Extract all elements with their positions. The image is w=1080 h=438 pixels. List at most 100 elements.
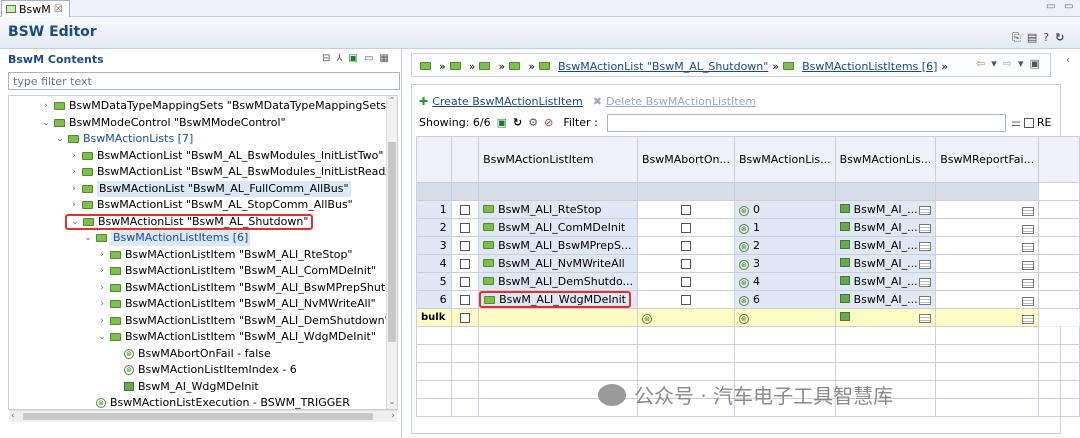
excel-icon[interactable]: ▣: [349, 53, 358, 64]
refresh-icon[interactable]: ↻: [1055, 31, 1064, 45]
ref-cell[interactable]: BswM_AI_...: [834, 218, 937, 237]
col-header-actionlistref[interactable]: BswMActionLis...: [834, 136, 937, 183]
tree-item[interactable]: › BswMActionListItem "BswM_ALI_BswMPrepSh…: [97, 280, 397, 296]
bulk-index-icon[interactable]: ⊛: [738, 314, 749, 324]
tree-item[interactable]: › BswMActionListItem "BswM_ALI_ComMDeInit…: [97, 263, 376, 279]
index-cell[interactable]: ⊛ 0: [733, 200, 836, 219]
delete-item-button[interactable]: Delete BswMActionListItem: [606, 95, 756, 108]
ref-cell[interactable]: BswM_AI_...: [834, 200, 937, 219]
scroll-left-icon[interactable]: ‹: [11, 411, 15, 421]
table-row[interactable]: 2 BswM_ALI_ComMDeInit ⊛ 1 BswM_AI_...: [416, 218, 1080, 237]
add-icon[interactable]: ✚: [419, 95, 428, 108]
expand-icon[interactable]: ›: [97, 263, 107, 279]
item-name-cell[interactable]: BswM_ALI_NvMWriteAll: [478, 254, 639, 273]
document-icon[interactable]: ▭: [364, 53, 373, 64]
expanded-icon[interactable]: ⌄: [55, 131, 65, 147]
table-icon[interactable]: [1022, 206, 1035, 216]
table-icon[interactable]: [1022, 224, 1035, 234]
tree-item[interactable]: ⌄ BswMActionListItems [6]: [83, 230, 251, 246]
scroll-up-icon[interactable]: ⌃: [387, 96, 397, 108]
scroll-right-icon[interactable]: ›: [391, 411, 395, 421]
expand-icon[interactable]: ›: [97, 313, 107, 329]
filter-input[interactable]: [8, 72, 400, 90]
back-icon[interactable]: ⇦: [976, 57, 985, 70]
row-checkbox[interactable]: [459, 205, 470, 215]
tree-vertical-scrollbar[interactable]: ⌃ ⌄: [386, 96, 397, 409]
ref-cell[interactable]: BswM_AI_...: [834, 290, 937, 309]
tree-item[interactable]: ⌄ BswMActionList "BswM_AL_Shutdown": [65, 213, 314, 230]
col-header-actionlistindex[interactable]: BswMActionLis...: [733, 136, 836, 183]
tree-item[interactable]: ⌄ BswMActionLists [7]: [55, 131, 193, 147]
col-header-actionlistitem[interactable]: BswMActionListItem: [478, 136, 639, 183]
refresh-icon[interactable]: ↻: [513, 116, 522, 129]
create-item-button[interactable]: Create BswMActionListItem: [432, 95, 583, 108]
index-cell[interactable]: ⊛ 1: [733, 218, 836, 237]
collapse-panel-icon[interactable]: ‹: [1066, 55, 1070, 66]
close-icon[interactable]: ☒: [54, 4, 63, 15]
tree-item[interactable]: BswM_AI_WdgMDeInit: [111, 379, 259, 395]
collapse-all-icon[interactable]: ⊟: [322, 53, 330, 64]
forward-icon[interactable]: ⇨: [1003, 57, 1012, 70]
row-checkbox[interactable]: [459, 223, 470, 233]
filter-cell[interactable]: [637, 182, 735, 201]
expanded-icon[interactable]: ⌄: [97, 329, 107, 345]
table-icon[interactable]: [1022, 296, 1035, 306]
filter-field[interactable]: [607, 114, 1006, 132]
ref-cell[interactable]: BswM_AI_...: [834, 254, 937, 273]
col-header-abortonfail[interactable]: BswMAbortOn...: [637, 136, 735, 183]
abort-on-fail-checkbox[interactable]: [681, 295, 691, 305]
forward-dropdown-icon[interactable]: ▾: [1018, 57, 1024, 70]
table-icon[interactable]: [919, 278, 932, 287]
menu-icon[interactable]: ▣: [1030, 57, 1040, 70]
excel-export-icon[interactable]: ▣: [497, 116, 507, 129]
maximize-icon[interactable]: ▭: [1064, 1, 1073, 12]
index-cell[interactable]: ⊛ 4: [733, 272, 836, 291]
table-icon[interactable]: [1022, 242, 1035, 252]
item-name-cell[interactable]: BswM_ALI_WdgMDeInit: [478, 290, 639, 309]
expand-icon[interactable]: ›: [97, 247, 107, 263]
tree-item[interactable]: › BswMActionList "BswM_AL_StopComm_AllBus…: [69, 197, 353, 213]
hscroll-thumb[interactable]: [23, 413, 373, 420]
table-icon[interactable]: [1022, 260, 1035, 270]
expanded-icon[interactable]: ⌄: [70, 214, 80, 230]
table-icon[interactable]: [1022, 314, 1035, 324]
scroll-thumb[interactable]: [388, 142, 396, 342]
expand-icon[interactable]: ›: [69, 197, 79, 213]
bulk-checkbox[interactable]: [459, 313, 470, 323]
tree-item[interactable]: › BswMActionList "BswM_AL_BswModules_Init…: [69, 148, 383, 164]
scroll-down-icon[interactable]: ⌄: [387, 397, 397, 409]
table-row[interactable]: 1 BswM_ALI_RteStop ⊛ 0 BswM_AI_...: [416, 200, 1080, 219]
tab-bswm[interactable]: BswM ☒: [1, 0, 70, 17]
tree-item[interactable]: ⌄ BswMActionListItem "BswM_ALI_WdgMDeInit…: [97, 329, 376, 345]
table-icon[interactable]: [919, 224, 932, 233]
list-icon[interactable]: ▤: [1027, 31, 1037, 45]
row-checkbox[interactable]: [459, 259, 470, 269]
filter-cell[interactable]: [478, 182, 639, 201]
tree-item[interactable]: › BswMActionList "BswM_AL_FullComm_AllBus…: [69, 180, 351, 197]
table-icon[interactable]: [919, 242, 932, 251]
back-dropdown-icon[interactable]: ▾: [991, 57, 997, 70]
abort-on-fail-checkbox[interactable]: [681, 277, 691, 287]
table-icon[interactable]: [919, 206, 932, 215]
save-icon[interactable]: ⎘: [1012, 31, 1021, 45]
bulk-abort-icon[interactable]: ⊛: [642, 314, 653, 324]
expand-icon[interactable]: ›: [41, 98, 51, 114]
index-cell[interactable]: ⊛ 3: [733, 254, 836, 273]
expanded-icon[interactable]: ⌄: [41, 115, 51, 131]
expanded-icon[interactable]: ⌄: [83, 230, 93, 246]
tree-horizontal-scrollbar[interactable]: ‹ ›: [9, 410, 397, 422]
col-header-reportfail[interactable]: BswMReportFai...: [935, 136, 1040, 183]
table-row[interactable]: 3 BswM_ALI_BswMPrepS... ⊛ 2 BswM_AI_...: [416, 236, 1080, 255]
item-name-cell[interactable]: BswM_ALI_ComMDeInit: [478, 218, 639, 237]
table-icon[interactable]: [919, 260, 932, 269]
tree-item[interactable]: › BswMActionListItem "BswM_ALI_RteStop": [97, 247, 352, 263]
expand-icon[interactable]: ›: [97, 280, 107, 296]
abort-on-fail-checkbox[interactable]: [681, 223, 691, 233]
tree-item[interactable]: ⊛ BswMActionListItemIndex - 6: [111, 362, 297, 378]
item-name-cell[interactable]: BswM_ALI_RteStop: [478, 200, 639, 219]
tree-item[interactable]: › BswMActionListItem "BswM_ALI_NvMWriteAl…: [97, 296, 375, 312]
tree-item[interactable]: › BswMActionListItem "BswM_ALI_DemShutdow…: [97, 313, 389, 329]
delete-icon[interactable]: ✖: [593, 95, 602, 108]
filter-cell[interactable]: [834, 182, 937, 201]
table-icon[interactable]: [1022, 278, 1035, 288]
